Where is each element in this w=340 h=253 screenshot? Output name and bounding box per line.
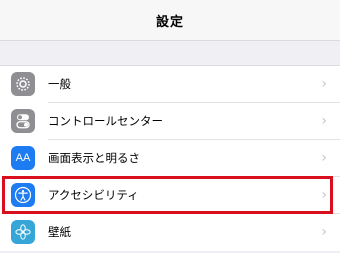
navigation-bar: 設定 bbox=[0, 0, 340, 40]
settings-row-label: 壁紙 bbox=[48, 225, 71, 239]
chevron-right-icon: › bbox=[321, 76, 327, 92]
settings-row-control-center[interactable]: コントロールセンター › bbox=[0, 103, 340, 140]
text-size-glyph: AA bbox=[15, 152, 31, 164]
chevron-right-icon: › bbox=[321, 187, 327, 203]
text-size-icon: AA bbox=[11, 146, 35, 170]
gear-icon bbox=[11, 72, 35, 96]
settings-row-accessibility[interactable]: アクセシビリティ › bbox=[0, 177, 340, 214]
chevron-right-icon: › bbox=[321, 113, 327, 129]
accessibility-icon bbox=[11, 183, 35, 207]
settings-row-wallpaper[interactable]: 壁紙 › bbox=[0, 214, 340, 251]
settings-row-general[interactable]: 一般 › bbox=[0, 66, 340, 103]
settings-list: 一般 › コントロールセンター › AA 画面表示と明るさ › アクセシビリティ… bbox=[0, 66, 340, 251]
settings-row-label: コントロールセンター bbox=[48, 114, 163, 128]
toggle-switches-icon bbox=[11, 109, 35, 133]
settings-row-display-brightness[interactable]: AA 画面表示と明るさ › bbox=[0, 140, 340, 177]
settings-row-label: アクセシビリティ bbox=[48, 188, 139, 202]
page-title: 設定 bbox=[155, 14, 184, 30]
settings-row-label: 一般 bbox=[48, 77, 71, 91]
chevron-right-icon: › bbox=[321, 224, 327, 240]
settings-row-label: 画面表示と明るさ bbox=[48, 151, 140, 165]
chevron-right-icon: › bbox=[321, 150, 327, 166]
section-gap bbox=[0, 40, 340, 66]
flower-icon bbox=[11, 220, 35, 244]
